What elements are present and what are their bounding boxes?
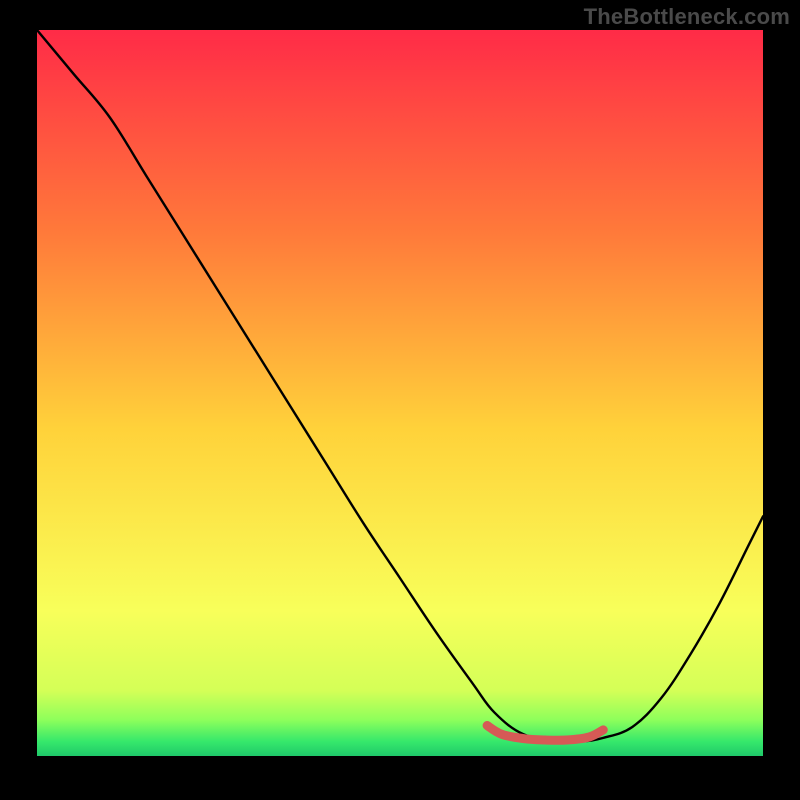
bottleneck-curve-chart (37, 30, 763, 756)
watermark-text: TheBottleneck.com (584, 4, 790, 30)
gradient-background (37, 30, 763, 756)
chart-plot-area (37, 30, 763, 756)
